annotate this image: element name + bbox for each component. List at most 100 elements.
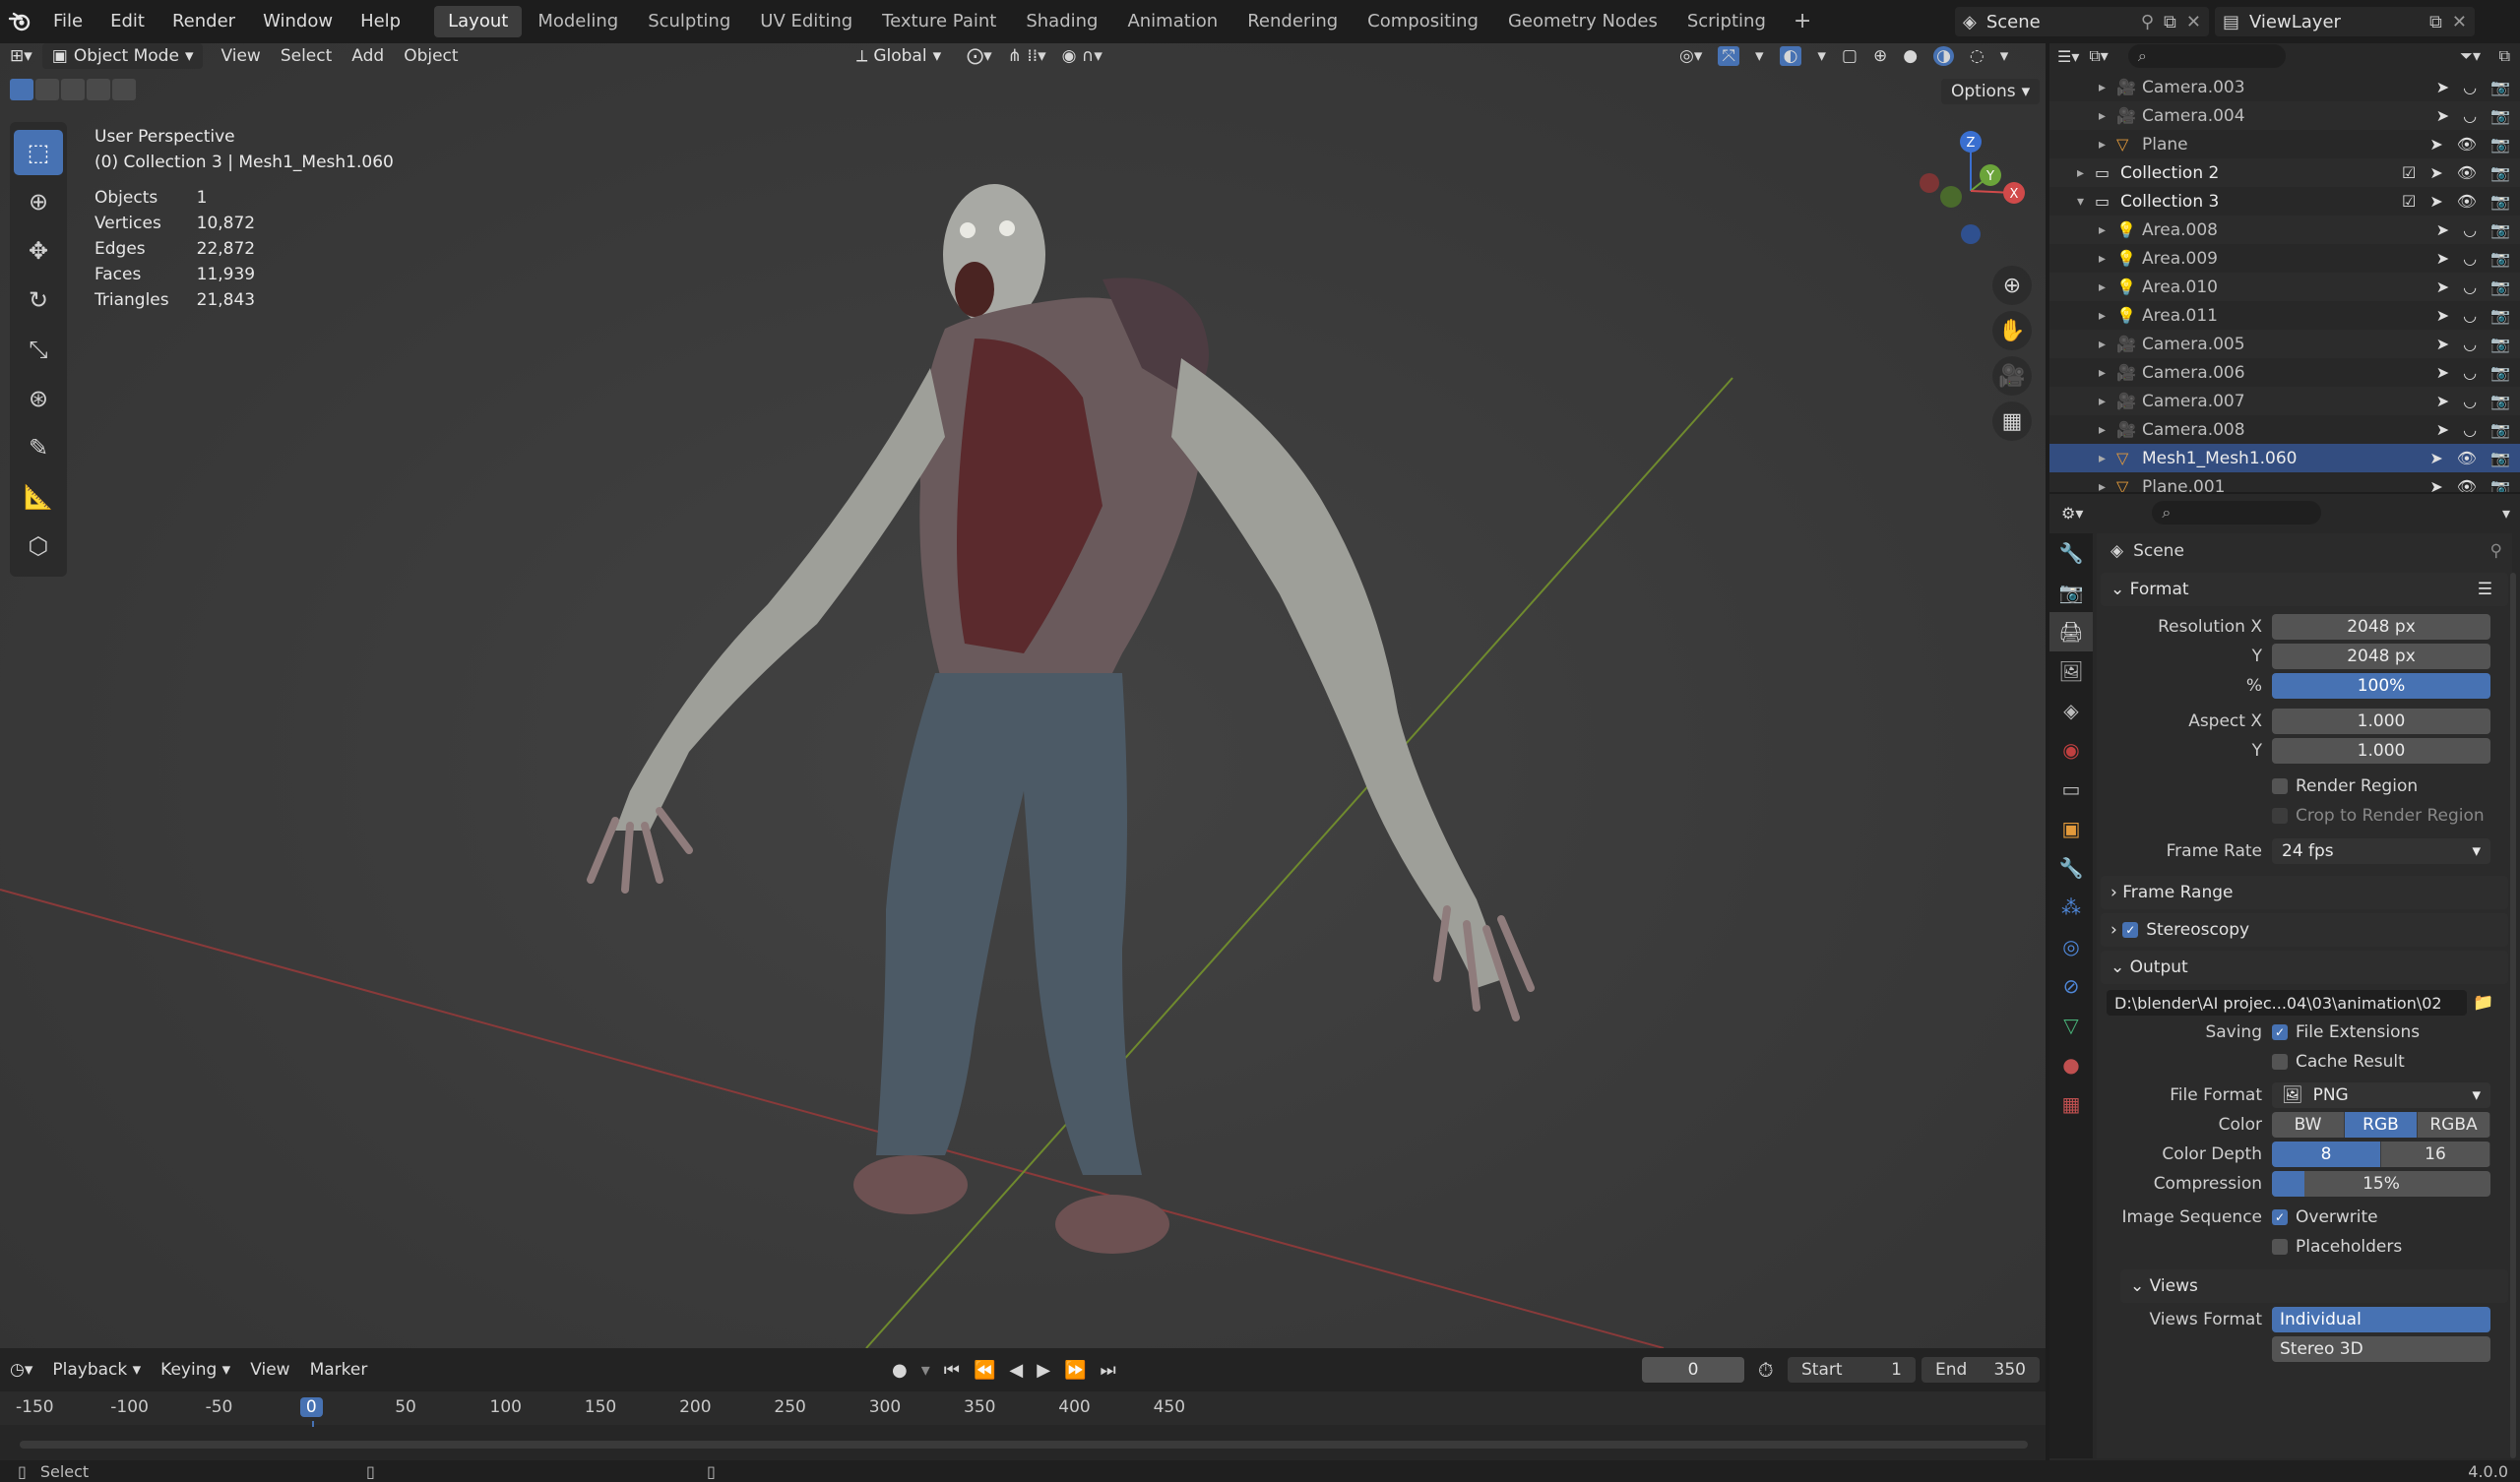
views-stereo-option[interactable]: Stereo 3D bbox=[2272, 1336, 2490, 1362]
presets-icon[interactable]: ☰ bbox=[2478, 580, 2492, 599]
new-scene-icon[interactable]: ⧉ bbox=[2164, 12, 2176, 32]
visibility-icon[interactable]: ◎▾ bbox=[1679, 46, 1702, 66]
visibility-eye-icon[interactable]: ◡ bbox=[2463, 220, 2477, 239]
add-cube-tool[interactable]: ⬡ bbox=[14, 524, 63, 569]
outliner-row[interactable]: ▸ ▽ Plane.001 ➤ 👁 📷 bbox=[2049, 472, 2520, 493]
color-depth-option-16[interactable]: 16 bbox=[2381, 1142, 2490, 1167]
format-panel-header[interactable]: ⌄ Format ☰ bbox=[2101, 573, 2508, 606]
pivot-icon[interactable]: ⨀▾ bbox=[967, 46, 992, 66]
play-icon[interactable]: ▶ bbox=[1037, 1360, 1050, 1381]
render-camera-icon[interactable]: 📷 bbox=[2490, 192, 2510, 211]
output-tab-icon[interactable]: 🖨 bbox=[2049, 612, 2093, 651]
color-option-rgba[interactable]: RGBA bbox=[2418, 1112, 2490, 1138]
select-new-icon[interactable] bbox=[10, 79, 33, 100]
3d-viewport[interactable]: ⊞▾ ▣ Object Mode ▾ View Select Add Object ⟂… bbox=[0, 43, 2046, 1348]
outliner-row[interactable]: ▸ ▽ Mesh1_Mesh1.060 ➤ 👁 📷 bbox=[2049, 444, 2520, 472]
frame-ruler[interactable]: -150 -100 -50 0 50 100 150 200 250 300 350 400 450 bbox=[0, 1391, 2046, 1470]
exclude-checkbox-icon[interactable]: ☑ bbox=[2402, 192, 2416, 211]
render-camera-icon[interactable]: 📷 bbox=[2490, 449, 2510, 467]
expand-chevron-icon[interactable]: ▸ bbox=[2099, 108, 2116, 124]
close-icon[interactable]: ✕ bbox=[2186, 12, 2201, 32]
current-frame-field[interactable]: 0 bbox=[1642, 1357, 1744, 1383]
view-layer-selector[interactable]: ▤ ViewLayer ⧉ ✕ bbox=[2215, 7, 2475, 36]
tab-scripting[interactable]: Scripting bbox=[1673, 6, 1780, 37]
stereoscopy-panel-header[interactable]: › ✓ Stereoscopy bbox=[2101, 913, 2508, 947]
particles-tab-icon[interactable]: ⁂ bbox=[2049, 888, 2093, 927]
outliner-row[interactable]: ▸ ▽ Plane ➤ 👁 📷 bbox=[2049, 130, 2520, 158]
add-workspace-button[interactable]: + bbox=[1780, 6, 1825, 37]
tab-geometry-nodes[interactable]: Geometry Nodes bbox=[1494, 6, 1671, 37]
visibility-eye-icon[interactable]: ◡ bbox=[2463, 306, 2477, 325]
zoom-icon[interactable]: ⊕ bbox=[1992, 266, 2032, 305]
select-intersect-icon[interactable] bbox=[112, 79, 136, 100]
overlays-icon[interactable]: ◐ bbox=[1779, 46, 1802, 66]
color-option-rgb[interactable]: RGB bbox=[2345, 1112, 2418, 1138]
render-camera-icon[interactable]: 📷 bbox=[2490, 306, 2510, 325]
mode-dropdown[interactable]: ▣ Object Mode ▾ bbox=[41, 43, 204, 69]
physics-tab-icon[interactable]: ◎ bbox=[2049, 927, 2093, 966]
select-arrow-icon[interactable]: ➤ bbox=[2436, 249, 2449, 268]
resolution-percent-field[interactable]: 100% bbox=[2272, 673, 2490, 699]
output-path-input[interactable]: D:\blender\AI projec...04\03\animation\0… bbox=[2107, 990, 2467, 1016]
expand-chevron-icon[interactable]: ▸ bbox=[2099, 422, 2116, 438]
texture-tab-icon[interactable]: ▦ bbox=[2049, 1084, 2093, 1124]
outliner-row[interactable]: ▸ 🎥 Camera.003 ➤ ◡ 📷 bbox=[2049, 73, 2520, 101]
visibility-eye-icon[interactable]: ◡ bbox=[2463, 106, 2477, 125]
render-camera-icon[interactable]: 📷 bbox=[2490, 335, 2510, 353]
outliner-row[interactable]: ▸ 💡 Area.008 ➤ ◡ 📷 bbox=[2049, 216, 2520, 244]
select-arrow-icon[interactable]: ➤ bbox=[2436, 392, 2449, 410]
modifier-tab-icon[interactable]: 🔧 bbox=[2049, 848, 2093, 888]
wireframe-shading-icon[interactable]: ⊕ bbox=[1873, 46, 1887, 66]
visibility-eye-icon[interactable]: 👁 bbox=[2457, 192, 2477, 211]
outliner-row[interactable]: ▸ 💡 Area.011 ➤ ◡ 📷 bbox=[2049, 301, 2520, 330]
views-panel-header[interactable]: ⌄ Views bbox=[2120, 1269, 2508, 1303]
outliner-row[interactable]: ▸ 🎥 Camera.006 ➤ ◡ 📷 bbox=[2049, 358, 2520, 387]
scene-selector[interactable]: ◈ Scene ⚲ ⧉ ✕ bbox=[1955, 7, 2209, 36]
solid-shading-icon[interactable]: ● bbox=[1903, 46, 1918, 66]
outliner-row[interactable]: ▸ 🎥 Camera.004 ➤ ◡ 📷 bbox=[2049, 101, 2520, 130]
visibility-eye-icon[interactable]: 👁 bbox=[2457, 135, 2477, 154]
aspect-x-field[interactable]: 1.000 bbox=[2272, 709, 2490, 734]
expand-chevron-icon[interactable]: ▸ bbox=[2099, 279, 2116, 295]
expand-chevron-icon[interactable]: ▸ bbox=[2099, 137, 2116, 153]
select-arrow-icon[interactable]: ➤ bbox=[2429, 477, 2442, 492]
jump-keyframe-forward-icon[interactable]: ⏩ bbox=[1064, 1360, 1086, 1381]
timeline-track[interactable] bbox=[0, 1427, 2046, 1460]
scene-tab-icon[interactable]: ◈ bbox=[2049, 691, 2093, 730]
visibility-eye-icon[interactable]: ◡ bbox=[2463, 420, 2477, 439]
camera-view-icon[interactable]: 🎥 bbox=[1992, 356, 2032, 396]
overwrite-checkbox[interactable]: ✓ bbox=[2272, 1209, 2288, 1225]
auto-keying-icon[interactable]: ● bbox=[892, 1360, 908, 1381]
output-panel-header[interactable]: ⌄ Output bbox=[2101, 951, 2508, 984]
exclude-checkbox-icon[interactable]: ☑ bbox=[2402, 163, 2416, 182]
measure-tool[interactable]: 📐 bbox=[14, 474, 63, 520]
render-camera-icon[interactable]: 📷 bbox=[2490, 392, 2510, 410]
tab-sculpting[interactable]: Sculpting bbox=[634, 6, 744, 37]
viewport-menu-select[interactable]: Select bbox=[271, 43, 342, 69]
close-icon[interactable]: ✕ bbox=[2452, 12, 2467, 32]
tab-layout[interactable]: Layout bbox=[434, 6, 523, 37]
timeline-menu-marker[interactable]: Marker bbox=[300, 1357, 378, 1383]
timeline-menu-view[interactable]: View bbox=[240, 1357, 299, 1383]
render-camera-icon[interactable]: 📷 bbox=[2490, 135, 2510, 154]
color-depth-option-8[interactable]: 8 bbox=[2272, 1142, 2381, 1167]
timeline-menu-keying[interactable]: Keying ▾ bbox=[151, 1357, 240, 1383]
viewport-menu-add[interactable]: Add bbox=[342, 43, 394, 69]
move-tool[interactable]: ✥ bbox=[14, 228, 63, 274]
file-format-dropdown[interactable]: 🖼 PNG ▾ bbox=[2272, 1082, 2490, 1108]
tab-texture-paint[interactable]: Texture Paint bbox=[868, 6, 1010, 37]
properties-scrollbar[interactable] bbox=[2510, 573, 2516, 1458]
visibility-eye-icon[interactable]: ◡ bbox=[2463, 78, 2477, 96]
menu-render[interactable]: Render bbox=[158, 0, 249, 43]
outliner-row[interactable]: ▸ 🎥 Camera.005 ➤ ◡ 📷 bbox=[2049, 330, 2520, 358]
chevron-down-icon[interactable]: ▾ bbox=[2502, 504, 2510, 523]
select-arrow-icon[interactable]: ➤ bbox=[2429, 135, 2442, 154]
outliner-row[interactable]: ▸ 🎥 Camera.008 ➤ ◡ 📷 bbox=[2049, 415, 2520, 444]
select-box-tool[interactable]: ⬚ bbox=[14, 130, 63, 175]
editor-type-button[interactable]: ☰▾ bbox=[2057, 47, 2079, 66]
select-arrow-icon[interactable]: ➤ bbox=[2436, 78, 2449, 96]
object-tab-icon[interactable]: ▣ bbox=[2049, 809, 2093, 848]
expand-chevron-icon[interactable]: ▸ bbox=[2099, 308, 2116, 324]
select-arrow-icon[interactable]: ➤ bbox=[2436, 363, 2449, 382]
jump-end-icon[interactable]: ⏭ bbox=[1101, 1360, 1116, 1381]
